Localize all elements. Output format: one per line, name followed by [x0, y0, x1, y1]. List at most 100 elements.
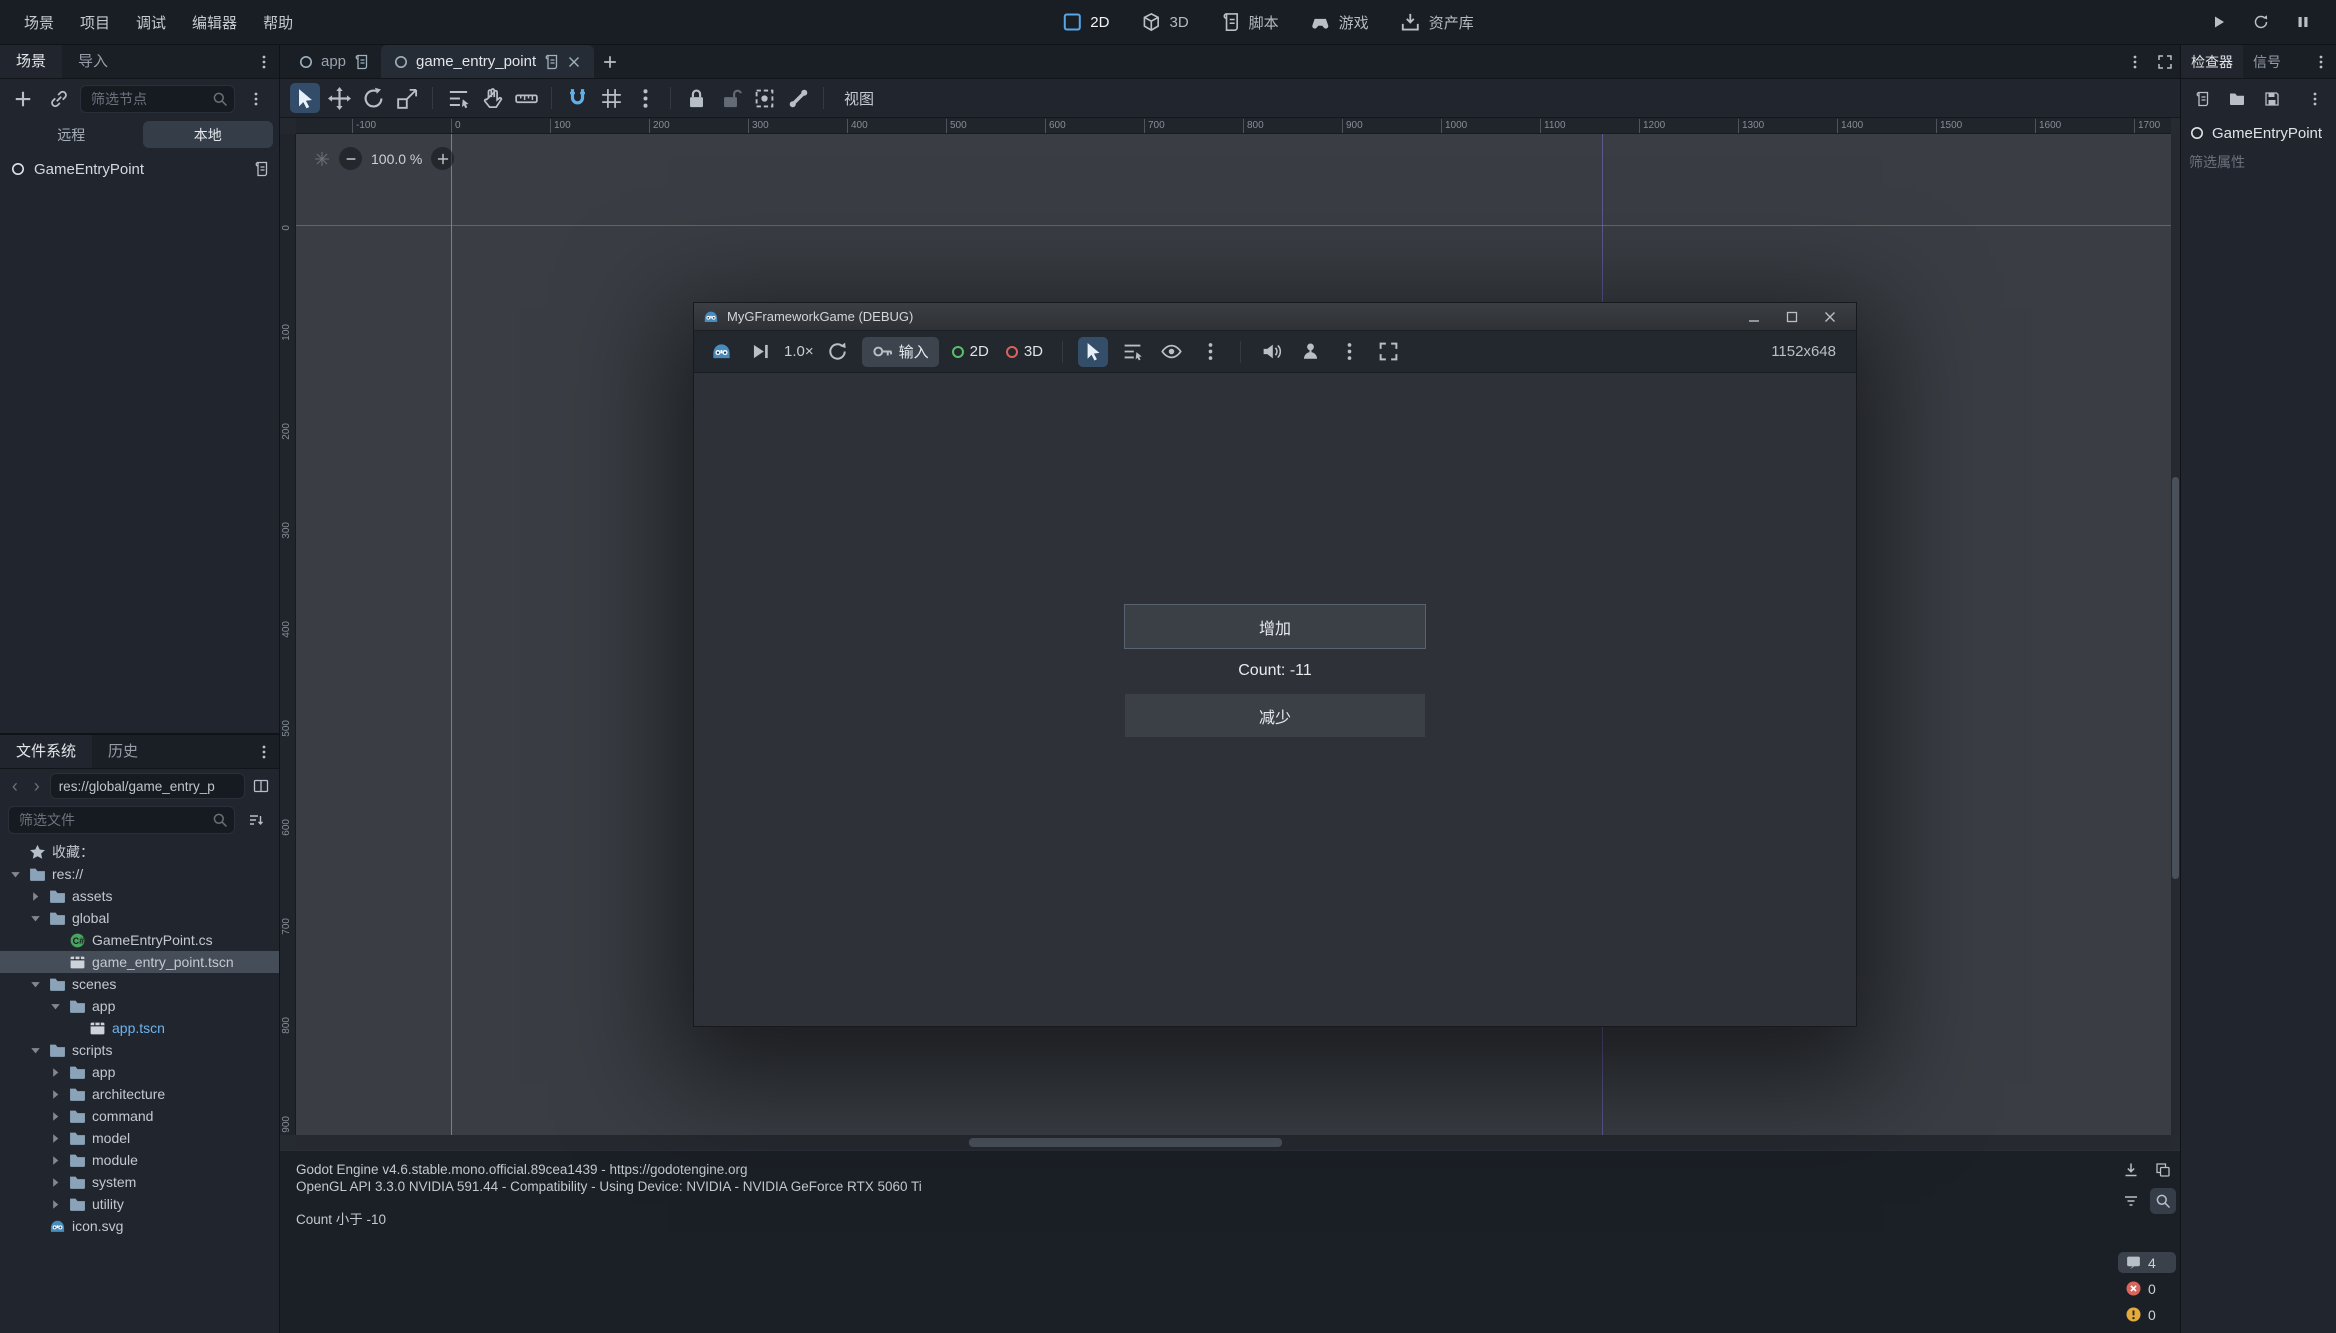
split-view-button[interactable] — [249, 771, 273, 801]
inspector-tab[interactable]: 检查器 — [2181, 45, 2243, 78]
workspace-资产库[interactable]: 资产库 — [1390, 6, 1485, 39]
visibility-button[interactable] — [1156, 337, 1186, 367]
scene-dock-tab[interactable]: 导入 — [62, 45, 124, 78]
chevron-down-icon[interactable] — [28, 977, 43, 992]
game-window-titlebar[interactable]: MyGFrameworkGame (DEBUG) — [694, 303, 1856, 331]
reset-speed-button[interactable] — [823, 337, 853, 367]
menubar-menu[interactable]: 帮助 — [251, 5, 305, 40]
next-frame-button[interactable] — [745, 337, 775, 367]
fs-item[interactable]: module — [0, 1149, 279, 1171]
fs-item[interactable]: game_entry_point.tscn — [0, 951, 279, 973]
view-menu-button[interactable]: 视图 — [834, 84, 884, 113]
workspace-3D[interactable]: 3D — [1130, 6, 1199, 38]
fs-item[interactable]: architecture — [0, 1083, 279, 1105]
run-play-button[interactable] — [2204, 7, 2234, 37]
expand-viewport-button[interactable] — [2150, 45, 2180, 78]
chevron-right-icon[interactable] — [48, 1131, 63, 1146]
forward-button[interactable]: › — [28, 775, 46, 797]
fs-item[interactable]: C#GameEntryPoint.cs — [0, 929, 279, 951]
chevron-right-icon[interactable] — [48, 1087, 63, 1102]
fs-item[interactable]: res:// — [0, 863, 279, 885]
remote-button[interactable]: 远程 — [6, 121, 137, 148]
scale-tool-button[interactable] — [392, 83, 422, 113]
chevron-right-icon[interactable] — [48, 1109, 63, 1124]
scene-tree-root-node[interactable]: GameEntryPoint — [0, 155, 279, 183]
workspace-游戏[interactable]: 游戏 — [1300, 6, 1380, 39]
chevron-down-icon[interactable] — [28, 911, 43, 926]
fs-item[interactable]: scenes — [0, 973, 279, 995]
vertical-ruler[interactable]: 0100200300400500600700800900 — [280, 134, 296, 1135]
embed-fullscreen-button[interactable] — [1373, 337, 1403, 367]
list-select-tool-button[interactable] — [443, 83, 473, 113]
fs-item[interactable]: app — [0, 1061, 279, 1083]
messages-badge[interactable]: 4 — [2118, 1252, 2176, 1273]
workspace-脚本[interactable]: 脚本 — [1210, 6, 1290, 39]
menubar-menu[interactable]: 项目 — [68, 5, 122, 40]
camera-2d-toggle[interactable]: 2D — [948, 343, 993, 360]
filter-output-button[interactable] — [2118, 1188, 2144, 1214]
debug-session-button[interactable] — [706, 337, 736, 367]
fs-item[interactable]: icon.svg — [0, 1215, 279, 1237]
errors-badge[interactable]: 0 — [2118, 1278, 2176, 1299]
increase-button[interactable]: 增加 — [1125, 605, 1425, 648]
fs-item[interactable]: app — [0, 995, 279, 1017]
inspector-menu-button[interactable] — [2306, 45, 2336, 78]
script-icon[interactable] — [253, 161, 269, 177]
zoom-in-button[interactable] — [431, 147, 454, 170]
inspector-extra-menu-button[interactable] — [2301, 84, 2328, 114]
dots-tool-button[interactable] — [630, 83, 660, 113]
workspace-2D[interactable]: 2D — [1051, 6, 1120, 38]
chevron-down-icon[interactable] — [28, 1043, 43, 1058]
menubar-menu[interactable]: 编辑器 — [180, 5, 249, 40]
fs-item[interactable]: global — [0, 907, 279, 929]
horizontal-ruler[interactable]: -100010020030040050060070080090010001100… — [296, 118, 2171, 134]
inspected-node-row[interactable]: GameEntryPoint — [2181, 118, 2336, 148]
fs-item[interactable]: system — [0, 1171, 279, 1193]
select-tool-button[interactable] — [290, 83, 320, 113]
debug-options-button[interactable] — [1334, 337, 1364, 367]
chevron-right-icon[interactable] — [28, 889, 43, 904]
inspector-tab[interactable]: 信号 — [2243, 45, 2291, 78]
chevron-down-icon[interactable] — [48, 999, 63, 1014]
fs-item[interactable]: model — [0, 1127, 279, 1149]
filesystem-menu-button[interactable] — [249, 735, 279, 768]
menubar-menu[interactable]: 场景 — [12, 5, 66, 40]
add-node-button[interactable] — [8, 84, 38, 114]
group-tool-button[interactable] — [749, 83, 779, 113]
run-refresh-button[interactable] — [2246, 7, 2276, 37]
zoom-level[interactable]: 100.0 % — [371, 151, 422, 167]
run-pause-button[interactable] — [2288, 7, 2318, 37]
input-mode-button[interactable]: 输入 — [862, 337, 939, 367]
chevron-right-icon[interactable] — [48, 1065, 63, 1080]
chevron-right-icon[interactable] — [48, 1175, 63, 1190]
pick-node-button[interactable] — [1078, 337, 1108, 367]
filesystem-tab[interactable]: 历史 — [92, 735, 154, 768]
menubar-menu[interactable]: 调试 — [124, 5, 178, 40]
back-button[interactable]: ‹ — [6, 775, 24, 797]
chevron-down-icon[interactable] — [8, 867, 23, 882]
pan-tool-button[interactable] — [477, 83, 507, 113]
chevron-right-icon[interactable] — [48, 1197, 63, 1212]
lock-tool-button[interactable] — [681, 83, 711, 113]
ruler-tool-button[interactable] — [511, 83, 541, 113]
filesystem-tab[interactable]: 文件系统 — [0, 735, 92, 768]
close-icon[interactable] — [566, 54, 582, 70]
search-output-button[interactable] — [2150, 1188, 2176, 1214]
unlock-tool-button[interactable] — [715, 83, 745, 113]
vertical-scrollbar[interactable] — [2171, 134, 2180, 1135]
scrollbar-thumb[interactable] — [969, 1138, 1282, 1147]
close-button[interactable] — [1813, 305, 1847, 329]
new-scene-tab-button[interactable] — [594, 45, 626, 78]
filter-files-input[interactable] — [8, 806, 235, 834]
horizontal-scrollbar[interactable] — [296, 1135, 2171, 1150]
sort-files-button[interactable] — [241, 805, 271, 835]
rotate-tool-button[interactable] — [358, 83, 388, 113]
local-button[interactable]: 本地 — [143, 121, 274, 148]
camera-3d-toggle[interactable]: 3D — [1002, 343, 1047, 360]
zoom-out-button[interactable] — [339, 147, 362, 170]
fs-item[interactable]: 收藏： — [0, 841, 279, 863]
scene-tab-list-button[interactable] — [2120, 45, 2150, 78]
audio-mute-button[interactable] — [1256, 337, 1286, 367]
load-resource-button[interactable] — [2224, 84, 2251, 114]
center-view-icon[interactable] — [314, 151, 330, 167]
